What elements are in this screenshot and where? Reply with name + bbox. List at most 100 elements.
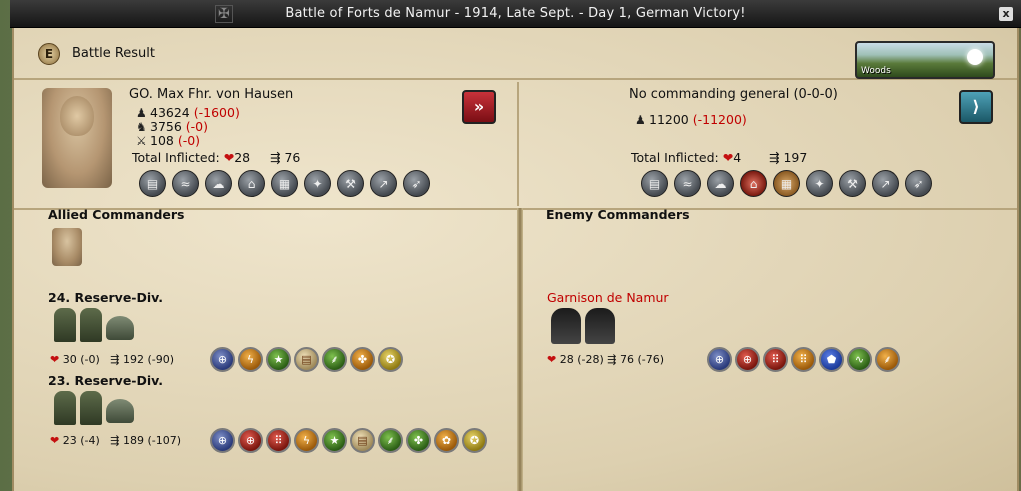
star-arrow-icon[interactable]: ★ <box>322 428 347 453</box>
star-icon[interactable]: ✪ <box>378 347 403 372</box>
division-name: Garnison de Namur <box>547 290 669 305</box>
division-modifiers: ⊕ ⊕ ⠿ ϟ ★ ▤ ⸙ ✤ ✿ ✪ <box>210 428 487 453</box>
close-button[interactable]: x <box>999 7 1013 21</box>
terrain-label: Woods <box>861 66 891 76</box>
wave-icon[interactable]: ∿ <box>847 347 872 372</box>
cavalry-unit[interactable] <box>80 308 102 342</box>
total-inflicted: Total Inflicted: ❤4 ⇶ 197 <box>631 150 808 165</box>
general-name: No commanding general (0-0-0) <box>629 87 838 102</box>
infantry-icon: ♟ <box>136 106 147 120</box>
hits-icon: ❤ <box>50 434 60 447</box>
division-stats: ❤ 28 (-28) ⇶ 76 (-76) <box>547 353 665 366</box>
division-stats: ❤ 23 (-4) ⇶ 189 (-107) <box>50 434 182 447</box>
crosshair-icon[interactable]: ⊕ <box>238 428 263 453</box>
general-name: GO. Max Fhr. von Hausen <box>129 87 294 102</box>
result-header: E Battle Result Woods <box>14 28 1017 80</box>
division-stats: ❤ 30 (-0) ⇶ 192 (-90) <box>50 353 175 366</box>
infantry-count: ♟ 43624 (-1600) <box>136 105 240 120</box>
division-name: 24. Reserve-Div. <box>48 290 164 305</box>
hits-icon: ❤ <box>547 353 557 366</box>
ranged-icon[interactable]: ↗ <box>370 170 397 197</box>
allied-commanders-title: Allied Commanders <box>48 207 185 222</box>
division-modifiers: ⊕ ⊕ ⠿ ⠿ ⬟ ∿ ⸙ <box>707 347 900 372</box>
assault-icon[interactable]: ✦ <box>806 170 833 197</box>
infantry-count: ♟ 11200 (-11200) <box>635 112 747 127</box>
defend-button[interactable]: ⟩ <box>959 90 993 124</box>
assault-icon[interactable]: ✦ <box>304 170 331 197</box>
melee-icon[interactable]: ⚒ <box>839 170 866 197</box>
commanders-section: Allied Commanders 24. Reserve-Div. ❤ 30 … <box>14 207 1017 491</box>
clover-icon[interactable]: ✤ <box>406 428 431 453</box>
lightning-icon[interactable]: ϟ <box>294 428 319 453</box>
leaf-icon[interactable]: ⸙ <box>322 347 347 372</box>
cavalry-unit[interactable] <box>80 391 102 425</box>
pursuit-icon[interactable]: ➶ <box>403 170 430 197</box>
artillery-unit[interactable] <box>106 316 134 340</box>
hits-icon: ❤ <box>223 150 235 165</box>
artillery-unit[interactable] <box>106 399 134 423</box>
infantry-unit[interactable] <box>551 308 581 344</box>
target-icon[interactable]: ⊕ <box>210 428 235 453</box>
star-arrow-icon[interactable]: ★ <box>266 347 291 372</box>
pursuit-icon[interactable]: ➶ <box>905 170 932 197</box>
ranged-icon[interactable]: ↗ <box>872 170 899 197</box>
page-title: Battle Result <box>72 46 155 61</box>
supply-icon[interactable]: ▤ <box>139 170 166 197</box>
division-units <box>54 308 134 342</box>
artillery-count: ⚔ 108 (-0) <box>136 133 201 148</box>
disruption-icon: ⇶ <box>607 353 617 366</box>
target-icon[interactable]: ⊕ <box>210 347 235 372</box>
flower-icon[interactable]: ✿ <box>434 428 459 453</box>
cavalry-icon: ♞ <box>136 120 147 134</box>
weather-icon[interactable]: ☁ <box>205 170 232 197</box>
window-title: Battle of Forts de Namur - 1914, Late Se… <box>285 6 746 21</box>
badge-icon: E <box>38 43 60 65</box>
disruption-icon: ⇶ <box>110 353 120 366</box>
star-icon[interactable]: ✪ <box>462 428 487 453</box>
dots-icon[interactable]: ⠿ <box>266 428 291 453</box>
supply-icon[interactable]: ▤ <box>641 170 668 197</box>
clover-icon[interactable]: ✤ <box>350 347 375 372</box>
dots-icon[interactable]: ⠿ <box>763 347 788 372</box>
cavalry-count: ♞ 3756 (-0) <box>136 119 209 134</box>
terrain-icon[interactable]: ≈ <box>172 170 199 197</box>
cavalry-unit[interactable] <box>54 308 76 342</box>
infantry-unit[interactable] <box>585 308 615 344</box>
disruption-icon: ⇶ <box>269 150 281 165</box>
target-icon[interactable]: ⊕ <box>707 347 732 372</box>
terrain-image: Woods <box>855 41 995 79</box>
division-name: 23. Reserve-Div. <box>48 373 164 388</box>
melee-icon[interactable]: ⚒ <box>337 170 364 197</box>
crosshair-icon[interactable]: ⊕ <box>735 347 760 372</box>
attacker-modifiers: ▤ ≈ ☁ ⌂ ▦ ✦ ⚒ ↗ ➶ <box>139 170 430 197</box>
hits-icon: ❤ <box>722 150 734 165</box>
total-inflicted: Total Inflicted: ❤28 ⇶ 76 <box>132 150 301 165</box>
supply-icon[interactable]: ▤ <box>350 428 375 453</box>
defender-modifiers: ▤ ≈ ☁ ⌂ ▦ ✦ ⚒ ↗ ➶ <box>641 170 932 197</box>
leaf-icon[interactable]: ⸙ <box>378 428 403 453</box>
general-portrait <box>42 88 112 188</box>
fort-icon[interactable]: ▦ <box>271 170 298 197</box>
supply-icon[interactable]: ▤ <box>294 347 319 372</box>
retreat-button[interactable]: » <box>462 90 496 124</box>
division-units <box>551 308 615 344</box>
pentagon-icon[interactable]: ⬟ <box>819 347 844 372</box>
dots-grid-icon[interactable]: ⠿ <box>791 347 816 372</box>
defender-summary: No commanding general (0-0-0) ♟ 11200 (-1… <box>521 82 1017 206</box>
weather-icon[interactable]: ☁ <box>707 170 734 197</box>
entrench-icon[interactable]: ⌂ <box>740 170 767 197</box>
cavalry-unit[interactable] <box>54 391 76 425</box>
entrench-icon[interactable]: ⌂ <box>238 170 265 197</box>
artillery-icon: ⚔ <box>136 134 147 148</box>
leaf-icon[interactable]: ⸙ <box>875 347 900 372</box>
commander-avatar[interactable] <box>52 228 82 266</box>
title-bar: ✠ Battle of Forts de Namur - 1914, Late … <box>10 0 1021 28</box>
hits-icon: ❤ <box>50 353 60 366</box>
terrain-icon[interactable]: ≈ <box>674 170 701 197</box>
attacker-summary: GO. Max Fhr. von Hausen ♟ 43624 (-1600) ♞… <box>14 82 519 206</box>
disruption-icon: ⇶ <box>768 150 780 165</box>
lightning-icon[interactable]: ϟ <box>238 347 263 372</box>
fort-icon[interactable]: ▦ <box>773 170 800 197</box>
sun-icon <box>967 49 983 65</box>
division-units <box>54 391 134 425</box>
